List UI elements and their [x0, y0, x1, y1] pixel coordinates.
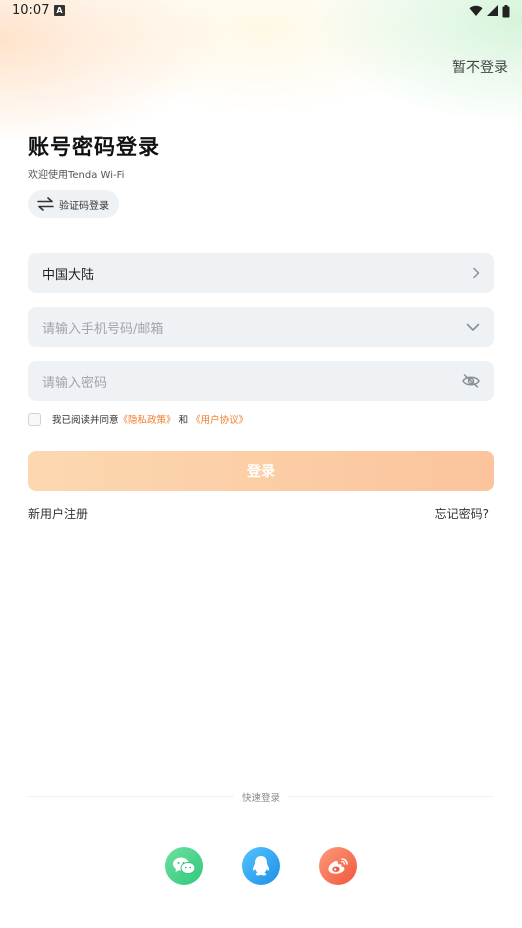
notification-icon: A	[54, 5, 65, 16]
battery-icon	[502, 4, 510, 17]
switch-mode-label: 验证码登录	[59, 200, 109, 212]
register-link[interactable]: 新用户注册	[28, 505, 88, 522]
password-placeholder: 请输入密码	[42, 375, 108, 391]
eye-off-icon[interactable]	[462, 374, 480, 388]
agreement-checkbox[interactable]	[28, 412, 41, 426]
login-button[interactable]: 登录	[28, 451, 494, 491]
region-selector[interactable]: 中国大陆	[28, 253, 494, 293]
swap-icon	[37, 197, 54, 211]
quick-login-label-row: 快速登录	[0, 790, 522, 804]
skip-login-button[interactable]: 暂不登录	[452, 57, 508, 77]
chevron-down-icon[interactable]	[466, 323, 480, 332]
region-value: 中国大陆	[42, 267, 95, 283]
phone-email-input[interactable]: 请输入手机号码/邮箱	[28, 307, 494, 347]
password-input[interactable]: 请输入密码	[28, 361, 494, 401]
agreement-text: 我已阅读并同意《隐私政策》 和 《用户协议》	[52, 412, 248, 426]
wifi-icon	[469, 5, 483, 17]
qq-icon	[252, 856, 270, 876]
status-icons	[469, 4, 510, 18]
wechat-login-button[interactable]	[165, 847, 203, 885]
status-time: 10:07	[12, 3, 50, 18]
page-subtitle: 欢迎使用Tenda Wi-Fi	[28, 170, 125, 181]
privacy-policy-link[interactable]: 《隐私政策》	[119, 415, 176, 426]
wechat-icon	[173, 857, 196, 875]
chevron-right-icon	[473, 267, 480, 279]
agreement-prefix: 我已阅读并同意	[52, 415, 119, 426]
phone-email-placeholder: 请输入手机号码/邮箱	[42, 321, 164, 337]
forgot-password-link[interactable]: 忘记密码?	[435, 505, 489, 522]
qq-login-button[interactable]	[242, 847, 280, 885]
agreement-and: 和	[178, 415, 189, 426]
agreement-row: 我已阅读并同意《隐私政策》 和 《用户协议》	[28, 412, 248, 426]
weibo-login-button[interactable]	[319, 847, 357, 885]
status-bar: 10:07 A	[0, 0, 522, 24]
user-agreement-link[interactable]: 《用户协议》	[191, 415, 248, 426]
quick-login-label: 快速登录	[233, 793, 288, 804]
weibo-icon	[328, 858, 348, 874]
signal-icon	[487, 5, 498, 16]
page-title: 账号密码登录	[28, 135, 160, 159]
switch-to-code-login-button[interactable]: 验证码登录	[28, 190, 119, 218]
